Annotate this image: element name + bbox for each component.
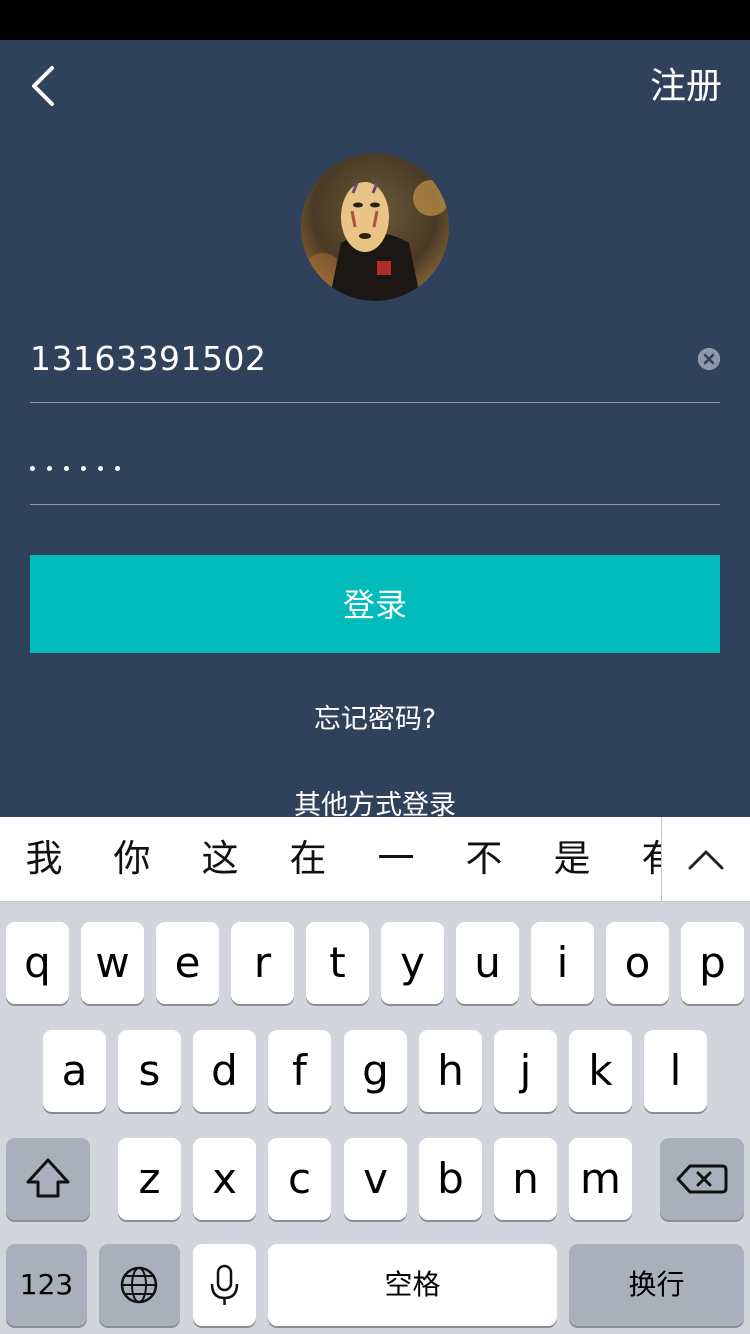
microphone-key[interactable] <box>193 1244 256 1326</box>
candidate-item[interactable]: 你 <box>102 817 162 901</box>
status-bar <box>0 0 750 40</box>
globe-key[interactable] <box>99 1244 180 1326</box>
key[interactable]: r <box>231 922 294 1004</box>
forgot-password: 忘记密码? <box>0 700 750 740</box>
delete-key[interactable] <box>660 1138 744 1220</box>
forgot-password-link[interactable]: 忘记密码? <box>314 704 436 735</box>
expand-candidates-button[interactable] <box>661 817 750 901</box>
key[interactable]: o <box>606 922 669 1004</box>
globe-icon <box>120 1266 158 1304</box>
password-dot <box>64 465 69 471</box>
phone-input[interactable]: 13163391502 <box>30 338 266 380</box>
key[interactable]: n <box>494 1138 557 1220</box>
key[interactable]: s <box>118 1030 181 1112</box>
clear-icon <box>698 348 720 370</box>
key[interactable]: f <box>268 1030 331 1112</box>
key[interactable]: p <box>681 922 744 1004</box>
candidate-item[interactable]: 是 <box>542 817 602 901</box>
chevron-left-icon <box>32 66 54 106</box>
shift-icon <box>26 1158 70 1198</box>
login-button[interactable]: 登录 <box>30 555 720 653</box>
key[interactable]: x <box>193 1138 256 1220</box>
candidate-item[interactable]: 这 <box>190 817 250 901</box>
return-key[interactable]: 换行 <box>569 1244 744 1326</box>
key[interactable]: t <box>306 922 369 1004</box>
candidate-item[interactable]: 一 <box>366 817 426 901</box>
key[interactable]: j <box>494 1030 557 1112</box>
key[interactable]: c <box>268 1138 331 1220</box>
password-dot <box>30 465 35 471</box>
password-field[interactable] <box>30 420 720 505</box>
password-input[interactable] <box>30 456 120 480</box>
key[interactable]: v <box>344 1138 407 1220</box>
numbers-key[interactable]: 123 <box>6 1244 87 1326</box>
key[interactable]: q <box>6 922 69 1004</box>
space-key[interactable]: 空格 <box>268 1244 557 1326</box>
candidate-bar: 我 你 这 在 一 不 是 有 <box>0 817 750 902</box>
candidate-item[interactable]: 我 <box>14 817 74 901</box>
key[interactable]: b <box>419 1138 482 1220</box>
password-dot <box>98 465 103 471</box>
key[interactable]: m <box>569 1138 632 1220</box>
avatar <box>301 153 449 301</box>
key[interactable]: d <box>193 1030 256 1112</box>
key[interactable]: a <box>43 1030 106 1112</box>
key[interactable]: g <box>344 1030 407 1112</box>
microphone-icon <box>210 1264 239 1305</box>
phone-field[interactable]: 13163391502 <box>30 318 720 403</box>
password-dot <box>115 465 120 471</box>
register-link[interactable]: 注册 <box>650 62 722 112</box>
key[interactable]: y <box>381 922 444 1004</box>
key[interactable]: e <box>156 922 219 1004</box>
key[interactable]: h <box>419 1030 482 1112</box>
password-dot <box>47 465 52 471</box>
candidate-item[interactable]: 不 <box>454 817 514 901</box>
key[interactable]: l <box>644 1030 707 1112</box>
backspace-icon <box>676 1164 728 1194</box>
chevron-up-icon <box>688 850 724 870</box>
key[interactable]: i <box>531 922 594 1004</box>
keyboard: q w e r t y u i o p a s d f g h j k l z … <box>0 902 750 1334</box>
back-button[interactable] <box>22 58 72 114</box>
shift-key[interactable] <box>6 1138 90 1220</box>
key[interactable]: w <box>81 922 144 1004</box>
password-dot <box>81 465 86 471</box>
candidate-item[interactable]: 在 <box>278 817 338 901</box>
key[interactable]: k <box>569 1030 632 1112</box>
key[interactable]: z <box>118 1138 181 1220</box>
key[interactable]: u <box>456 922 519 1004</box>
clear-input-button[interactable] <box>698 348 720 370</box>
